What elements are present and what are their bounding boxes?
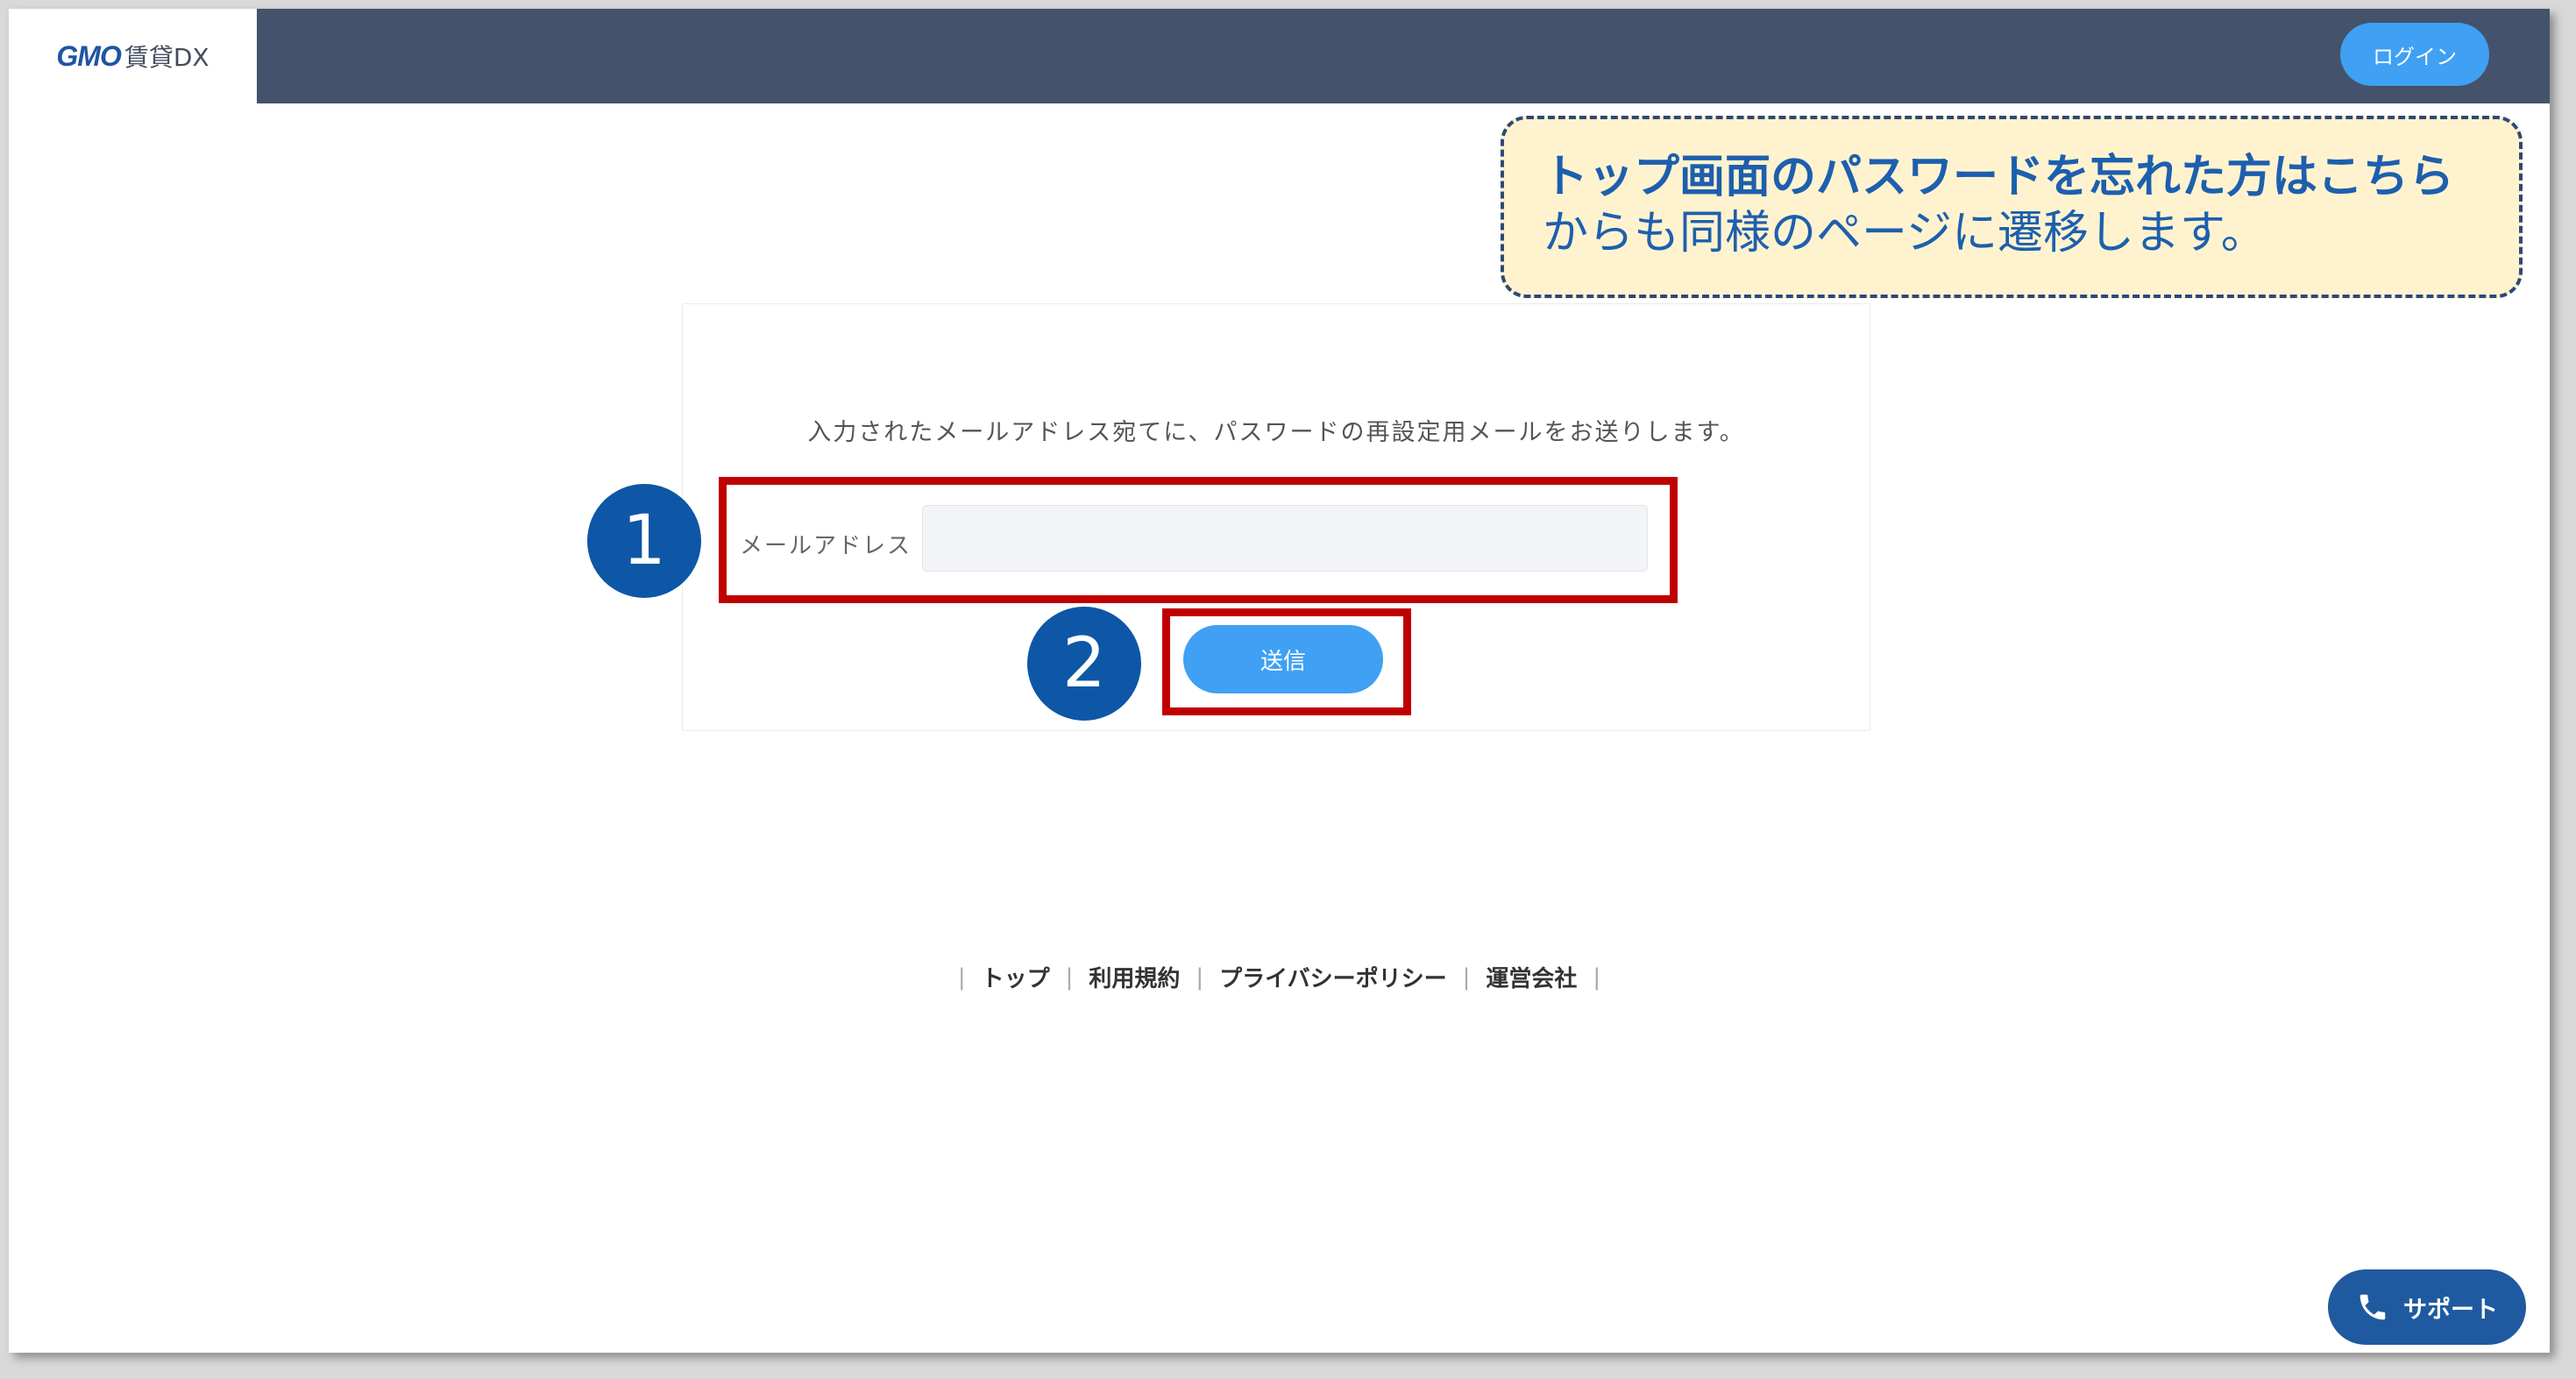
- login-button[interactable]: ログイン: [2340, 23, 2489, 86]
- instruction-text: 入力されたメールアドレス宛てに、パスワードの再設定用メールをお送りします。: [807, 419, 1745, 446]
- footer-separator: |: [1196, 963, 1204, 991]
- support-button[interactable]: サポート: [2328, 1269, 2526, 1345]
- top-header: GMO 賃貸DX ログイン: [9, 9, 2550, 103]
- logo-product-text: 賃貸DX: [124, 43, 209, 72]
- step-marker-1: 1: [587, 484, 701, 598]
- footer-link-terms[interactable]: 利用規約: [1089, 961, 1180, 993]
- footer-separator: |: [1065, 963, 1074, 991]
- highlight-box-email: [719, 477, 1678, 603]
- footer-separator: |: [957, 963, 966, 991]
- annotation-callout: トップ画面のパスワードを忘れた方はこちら からも同様のページに遷移します。: [1501, 116, 2523, 298]
- logo-gmo-text: GMO: [56, 39, 121, 72]
- footer-links: | トップ | 利用規約 | プライバシーポリシー | 運営会社 |: [9, 961, 2550, 993]
- footer-link-privacy[interactable]: プライバシーポリシー: [1219, 961, 1446, 993]
- support-label: サポート: [2403, 1296, 2498, 1324]
- highlight-box-send: [1162, 608, 1411, 715]
- footer-link-top[interactable]: トップ: [982, 961, 1050, 993]
- callout-line-2: からも同様のページに遷移します。: [1543, 207, 2267, 259]
- footer-link-company[interactable]: 運営会社: [1486, 961, 1577, 993]
- phone-icon: [2360, 1294, 2386, 1320]
- callout-line-1: トップ画面のパスワードを忘れた方はこちら: [1543, 151, 2455, 203]
- footer-separator: |: [1593, 963, 1601, 991]
- footer-separator: |: [1462, 963, 1471, 991]
- logo[interactable]: GMO 賃貸DX: [9, 9, 257, 103]
- browser-page: GMO 賃貸DX ログイン トップ画面のパスワードを忘れた方はこちら からも同様…: [9, 9, 2550, 1353]
- step-marker-2: 2: [1027, 607, 1141, 721]
